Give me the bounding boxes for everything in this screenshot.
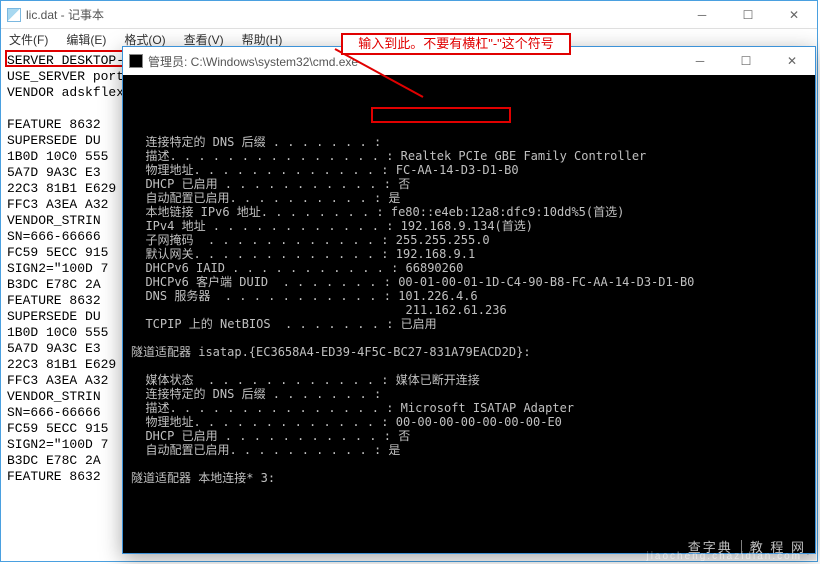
cmd-line: 连接特定的 DNS 后缀 . . . . . . . : [131,387,807,401]
cmd-line: IPv4 地址 . . . . . . . . . . . . : 192.16… [131,219,807,233]
watermark-url: jiaocheng.chazidian.com [646,551,802,562]
menu-file[interactable]: 文件(F) [5,29,52,50]
cmd-line: 隧道适配器 本地连接* 3: [131,471,807,485]
minimize-button[interactable]: ─ [679,1,725,29]
cmd-line: 子网掩码 . . . . . . . . . . . . : 255.255.2… [131,233,807,247]
cmd-line: 隧道适配器 isatap.{EC3658A4-ED39-4F5C-BC27-83… [131,345,807,359]
cmd-line: TCPIP 上的 NetBIOS . . . . . . . : 已启用 [131,317,807,331]
cmd-line: 本地链接 IPv6 地址. . . . . . . . : fe80::e4eb… [131,205,807,219]
watermark: 查字典 教 程 网 jiaocheng.chazidian.com [688,537,806,556]
cmd-line: 默认网关. . . . . . . . . . . . . : 192.168.… [131,247,807,261]
cmd-line: DHCPv6 客户端 DUID . . . . . . . : 00-01-00… [131,275,807,289]
cmd-line: 自动配置已启用. . . . . . . . . . : 是 [131,443,807,457]
cmd-window: 管理员: C:\Windows\system32\cmd.exe ─ ☐ ✕ 输… [122,46,816,554]
cmd-output-area[interactable]: 输入到此。不要有横杠"-"这个符号 连接特定的 DNS 后缀 . . . . .… [123,75,815,553]
notepad-file-icon [7,8,21,22]
cmd-line: DHCP 已启用 . . . . . . . . . . . : 否 [131,177,807,191]
minimize-button[interactable]: ─ [677,47,723,75]
menu-edit[interactable]: 编辑(E) [62,29,110,50]
close-button[interactable]: ✕ [771,1,817,29]
notepad-title: lic.dat - 记事本 [26,6,679,23]
cmd-line [131,331,807,345]
cmd-line [131,485,807,499]
cmd-line [131,359,807,373]
highlight-box-mac-address [371,107,511,123]
cmd-line: DHCPv6 IAID . . . . . . . . . . . : 6689… [131,261,807,275]
cmd-line: 211.162.61.236 [131,303,807,317]
cmd-line: DHCP 已启用 . . . . . . . . . . . : 否 [131,429,807,443]
annotation-text: 输入到此。不要有横杠"-"这个符号 [358,37,554,51]
cmd-icon [129,54,143,68]
annotation-callout: 输入到此。不要有横杠"-"这个符号 [341,33,571,55]
cmd-line [131,457,807,471]
maximize-button[interactable]: ☐ [723,47,769,75]
cmd-line: DNS 服务器 . . . . . . . . . . . : 101.226.… [131,289,807,303]
maximize-button[interactable]: ☐ [725,1,771,29]
cmd-line: 物理地址. . . . . . . . . . . . . : 00-00-00… [131,415,807,429]
notepad-titlebar[interactable]: lic.dat - 记事本 ─ ☐ ✕ [1,1,817,29]
cmd-window-controls: ─ ☐ ✕ [677,47,815,75]
cmd-title: 管理员: C:\Windows\system32\cmd.exe [148,53,677,70]
cmd-line: 自动配置已启用. . . . . . . . . . : 是 [131,191,807,205]
cmd-line: 媒体状态 . . . . . . . . . . . . : 媒体已断开连接 [131,373,807,387]
cmd-line: 物理地址. . . . . . . . . . . . . : FC-AA-14… [131,163,807,177]
cmd-line: 描述. . . . . . . . . . . . . . . : Realte… [131,149,807,163]
cmd-line: 描述. . . . . . . . . . . . . . . : Micros… [131,401,807,415]
notepad-window-controls: ─ ☐ ✕ [679,1,817,29]
cmd-line: 连接特定的 DNS 后缀 . . . . . . . : [131,135,807,149]
close-button[interactable]: ✕ [769,47,815,75]
